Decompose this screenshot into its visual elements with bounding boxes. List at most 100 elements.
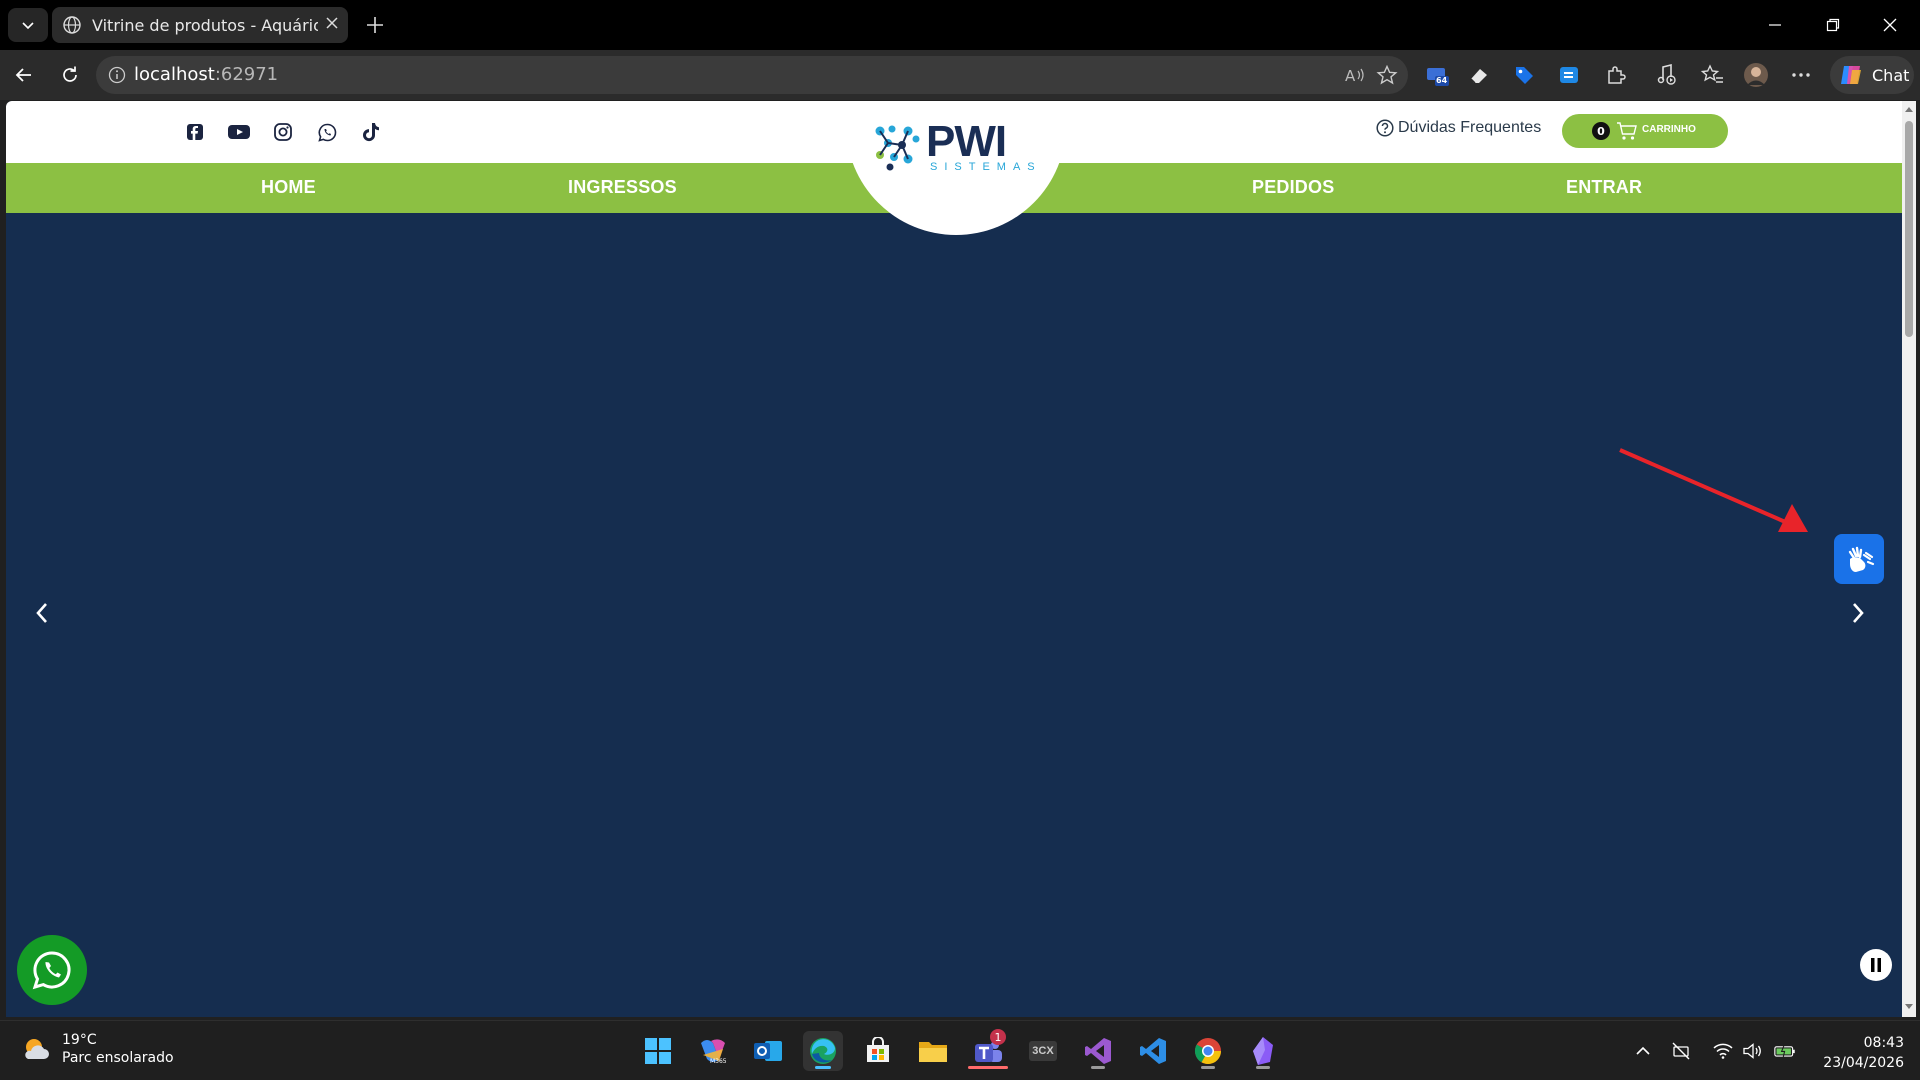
scroll-up-icon[interactable] bbox=[1905, 105, 1913, 113]
obsidian-icon bbox=[1253, 1037, 1273, 1065]
tab-title: Vitrine de produtos - Aquário de S bbox=[92, 15, 318, 35]
weather-widget[interactable]: 19°C Parc ensolarado bbox=[20, 1031, 174, 1067]
extensions-puzzle-icon[interactable] bbox=[1602, 61, 1630, 89]
chevron-left-icon bbox=[36, 603, 47, 623]
logo-subtitle: SISTEMAS bbox=[930, 161, 1042, 173]
visual-studio-icon bbox=[1085, 1038, 1111, 1064]
svg-text:M365: M365 bbox=[710, 1058, 727, 1065]
show-hidden-icons-button[interactable] bbox=[1632, 1041, 1654, 1061]
bluetooth-off-tray[interactable] bbox=[1670, 1041, 1692, 1061]
copilot-chat-button[interactable]: Chat bbox=[1830, 56, 1914, 94]
cart-button[interactable]: 0 CARRINHO bbox=[1562, 114, 1728, 148]
nav-home[interactable]: HOME bbox=[261, 177, 316, 198]
file-explorer-app[interactable] bbox=[913, 1031, 953, 1071]
profile-avatar[interactable] bbox=[1742, 61, 1770, 89]
address-bar[interactable]: localhost:62971 A bbox=[96, 56, 1408, 94]
read-aloud-icon[interactable]: A bbox=[1344, 65, 1366, 85]
cart-count-badge: 0 bbox=[1592, 122, 1610, 140]
info-icon[interactable] bbox=[108, 66, 126, 84]
carousel-prev-button[interactable] bbox=[24, 595, 60, 631]
instagram-icon[interactable] bbox=[271, 120, 295, 144]
page-scrollbar[interactable] bbox=[1902, 101, 1916, 1017]
folder-icon bbox=[919, 1042, 947, 1062]
whatsapp-icon[interactable] bbox=[315, 120, 339, 144]
youtube-icon[interactable] bbox=[227, 120, 251, 144]
clock-date: 23/04/2026 bbox=[1823, 1055, 1904, 1071]
nav-pedidos[interactable]: PEDIDOS bbox=[1252, 177, 1334, 198]
sync-extension-icon[interactable] bbox=[1555, 61, 1583, 89]
start-button[interactable] bbox=[638, 1031, 678, 1071]
eraser-extension-icon[interactable] bbox=[1465, 61, 1493, 89]
favorites-list-icon[interactable] bbox=[1698, 61, 1726, 89]
m365-app[interactable]: M365 bbox=[693, 1031, 733, 1071]
close-icon bbox=[326, 17, 338, 29]
3cx-app[interactable]: 3CX bbox=[1023, 1031, 1063, 1071]
restore-icon bbox=[1826, 18, 1840, 32]
restore-button[interactable] bbox=[1813, 8, 1853, 42]
copilot-icon bbox=[1841, 66, 1861, 84]
edge-app[interactable] bbox=[803, 1031, 843, 1071]
chrome-app[interactable] bbox=[1188, 1031, 1228, 1071]
carousel-pause-button[interactable] bbox=[1860, 949, 1892, 981]
extension-64-icon[interactable]: 64 bbox=[1423, 61, 1451, 89]
new-tab-button[interactable] bbox=[360, 10, 390, 40]
back-button[interactable] bbox=[8, 59, 40, 91]
cart-label: CARRINHO bbox=[1642, 124, 1696, 135]
teams-app[interactable]: 1 bbox=[968, 1029, 1008, 1071]
system-clock[interactable]: 08:43 23/04/2026 bbox=[1810, 1033, 1904, 1073]
favorite-star-icon[interactable] bbox=[1376, 65, 1398, 85]
tab-actions-menu-button[interactable] bbox=[8, 8, 48, 42]
page-viewport: Dúvidas Frequentes 0 CARRINHO HOME INGRE… bbox=[6, 101, 1916, 1017]
volume-tray[interactable] bbox=[1741, 1041, 1763, 1061]
more-horizontal-icon bbox=[1792, 73, 1810, 77]
browser-tab-active[interactable]: Vitrine de produtos - Aquário de S bbox=[52, 7, 348, 43]
store-icon bbox=[867, 1037, 889, 1062]
scrollbar-thumb[interactable] bbox=[1905, 121, 1913, 337]
obsidian-app[interactable] bbox=[1243, 1031, 1283, 1071]
faq-link[interactable]: Dúvidas Frequentes bbox=[1376, 119, 1541, 137]
whatsapp-float-button[interactable] bbox=[17, 935, 87, 1005]
nav-entrar[interactable]: ENTRAR bbox=[1566, 177, 1642, 198]
partly-sunny-icon bbox=[25, 1039, 49, 1059]
pause-icon bbox=[1871, 958, 1881, 972]
nav-ingressos[interactable]: INGRESSOS bbox=[568, 177, 677, 198]
logo-text: PWI bbox=[926, 117, 1007, 166]
visual-studio-app[interactable] bbox=[1078, 1031, 1118, 1071]
chevron-right-icon bbox=[1853, 603, 1864, 623]
annotation-arrow bbox=[1619, 448, 1808, 532]
running-app-indicator bbox=[1201, 1066, 1215, 1069]
close-window-button[interactable] bbox=[1870, 8, 1910, 42]
3cx-label: 3CX bbox=[1029, 1041, 1057, 1061]
minimize-button[interactable] bbox=[1755, 8, 1795, 42]
faq-label: Dúvidas Frequentes bbox=[1398, 119, 1542, 136]
wifi-icon bbox=[1713, 1043, 1733, 1059]
vlibras-accessibility-button[interactable] bbox=[1834, 534, 1884, 584]
sign-language-hands-icon bbox=[1848, 546, 1875, 572]
microsoft-store-app[interactable] bbox=[858, 1031, 898, 1071]
carousel-next-button[interactable] bbox=[1840, 595, 1876, 631]
outlook-app[interactable] bbox=[748, 1031, 788, 1071]
windows-taskbar: 19°C Parc ensolarado M365 1 3CX 08:43 23… bbox=[0, 1020, 1920, 1080]
weather-text: 19°C Parc ensolarado bbox=[62, 1031, 174, 1067]
scroll-down-icon[interactable] bbox=[1905, 1003, 1913, 1011]
battery-tray[interactable] bbox=[1774, 1041, 1796, 1061]
facebook-icon[interactable] bbox=[183, 120, 207, 144]
battery-charging-icon bbox=[1774, 1044, 1795, 1058]
arrow-left-icon bbox=[15, 68, 31, 82]
media-control-icon[interactable] bbox=[1652, 61, 1680, 89]
active-app-indicator bbox=[815, 1066, 831, 1069]
browser-toolbar: localhost:62971 A 64 Chat bbox=[0, 50, 1920, 100]
extension-badge: 64 bbox=[1436, 76, 1448, 85]
whatsapp-icon bbox=[32, 951, 71, 990]
tab-close-button[interactable] bbox=[324, 15, 340, 35]
more-options-button[interactable] bbox=[1787, 61, 1815, 89]
site-logo[interactable]: PWI SISTEMAS bbox=[874, 117, 1035, 173]
tiktok-icon[interactable] bbox=[359, 120, 383, 144]
wifi-tray[interactable] bbox=[1712, 1041, 1734, 1061]
attention-indicator bbox=[968, 1066, 1008, 1069]
tag-extension-icon[interactable] bbox=[1510, 61, 1538, 89]
copilot-label: Chat bbox=[1872, 65, 1910, 85]
hero-carousel bbox=[6, 213, 1902, 1017]
vscode-app[interactable] bbox=[1133, 1031, 1173, 1071]
refresh-button[interactable] bbox=[54, 59, 86, 91]
